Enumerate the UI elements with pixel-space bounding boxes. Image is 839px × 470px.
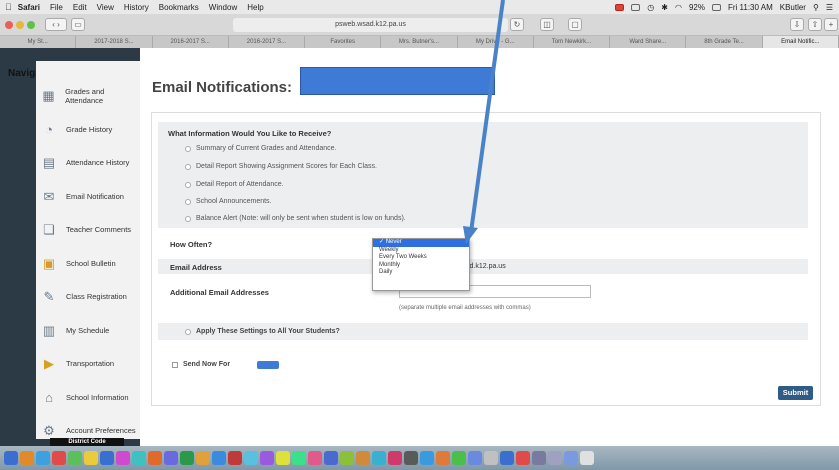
app-icon[interactable] — [500, 451, 514, 465]
app-icon[interactable] — [132, 451, 146, 465]
app-icon[interactable] — [484, 451, 498, 465]
app-icon[interactable] — [116, 451, 130, 465]
app-icon[interactable] — [564, 451, 578, 465]
app-icon[interactable] — [388, 451, 402, 465]
app-icon[interactable] — [68, 451, 82, 465]
app-icon[interactable] — [356, 451, 370, 465]
app-icon[interactable] — [244, 451, 258, 465]
app-icon[interactable] — [580, 451, 594, 465]
app-icon[interactable] — [164, 451, 178, 465]
app-icon[interactable] — [20, 451, 34, 465]
app-icon[interactable] — [84, 451, 98, 465]
app-icon[interactable] — [52, 451, 66, 465]
app-icon[interactable] — [308, 451, 322, 465]
annotation-arrow-icon — [463, 0, 505, 244]
app-icon[interactable] — [324, 451, 338, 465]
app-icon[interactable] — [276, 451, 290, 465]
app-icon[interactable] — [196, 451, 210, 465]
app-icon[interactable] — [468, 451, 482, 465]
app-icon[interactable] — [148, 451, 162, 465]
dock — [0, 446, 839, 470]
app-icon[interactable] — [452, 451, 466, 465]
app-icon[interactable] — [212, 451, 226, 465]
app-icon[interactable] — [260, 451, 274, 465]
app-icon[interactable] — [548, 451, 562, 465]
app-icon[interactable] — [100, 451, 114, 465]
app-icon[interactable] — [420, 451, 434, 465]
app-icon[interactable] — [36, 451, 50, 465]
app-icon[interactable] — [340, 451, 354, 465]
app-icon[interactable] — [372, 451, 386, 465]
app-icon[interactable] — [4, 451, 18, 465]
app-icon[interactable] — [516, 451, 530, 465]
app-icon[interactable] — [532, 451, 546, 465]
app-icon[interactable] — [180, 451, 194, 465]
app-icon[interactable] — [292, 451, 306, 465]
app-icon[interactable] — [404, 451, 418, 465]
app-icon[interactable] — [436, 451, 450, 465]
app-icon[interactable] — [228, 451, 242, 465]
